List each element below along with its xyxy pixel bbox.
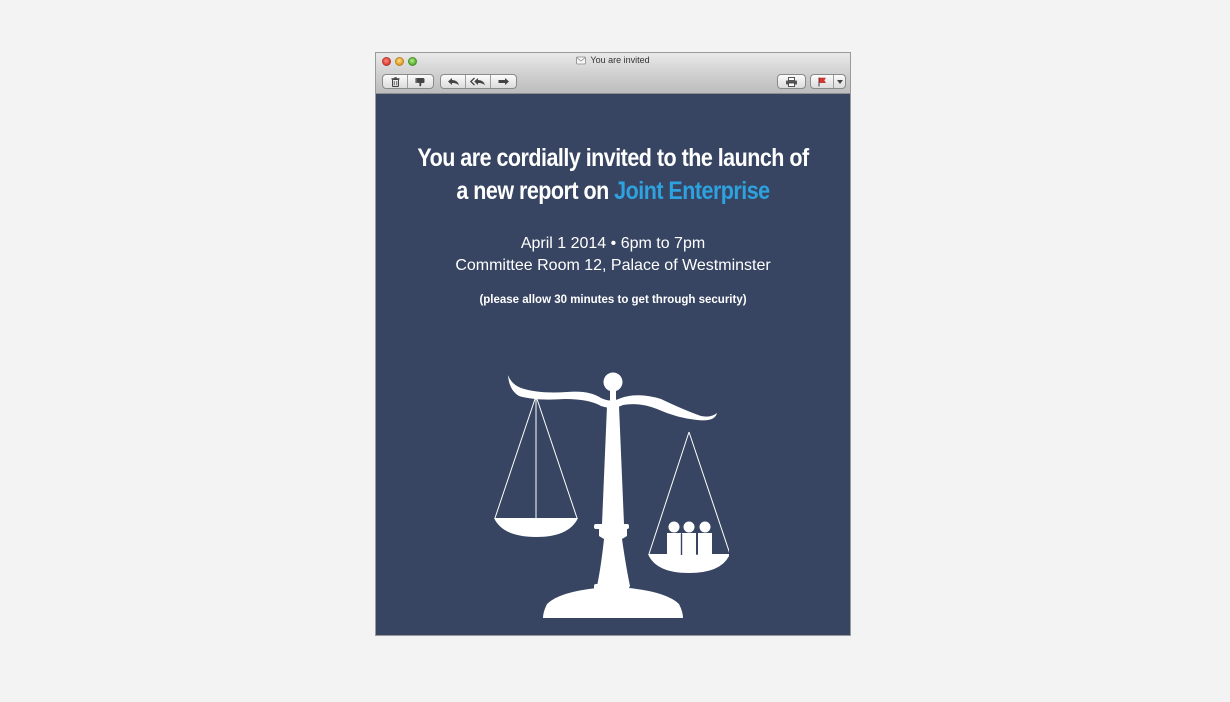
email-body: You are cordially invited to the launch … xyxy=(376,94,850,635)
reply-button[interactable] xyxy=(441,75,466,88)
delete-button[interactable] xyxy=(383,75,408,88)
flag-group xyxy=(810,74,846,89)
print-group xyxy=(777,74,806,89)
headline-line-2: a new report on Joint Enterprise xyxy=(409,175,817,208)
junk-icon xyxy=(415,77,425,86)
headline-line-2-prefix: a new report on xyxy=(456,177,615,205)
forward-button[interactable] xyxy=(491,75,516,88)
event-location: Committee Room 12, Palace of Westminster xyxy=(455,257,771,274)
window-title: You are invited xyxy=(590,55,650,65)
delete-junk-group xyxy=(382,74,434,89)
print-icon xyxy=(786,76,797,87)
junk-button[interactable] xyxy=(408,75,433,88)
print-button[interactable] xyxy=(778,75,805,88)
reply-all-button[interactable] xyxy=(466,75,491,88)
scale-knob xyxy=(603,372,623,392)
scale-left-pan xyxy=(494,518,578,537)
scale-pillar xyxy=(597,406,630,590)
event-date-time: April 1 2014 • 6pm to 7pm xyxy=(520,235,706,252)
forward-icon xyxy=(498,78,509,85)
report-topic: Joint Enterprise xyxy=(614,177,770,205)
trash-icon xyxy=(391,76,399,87)
security-note: (please allow 30 minutes to get through … xyxy=(479,294,747,306)
title-bar: You are invited xyxy=(376,53,850,94)
scales-of-justice-illustration xyxy=(494,372,729,618)
three-people-icon xyxy=(667,521,712,555)
chevron-down-icon xyxy=(836,79,843,84)
invitation-headline: You are cordially invited to the launch … xyxy=(409,142,817,208)
envelope-icon xyxy=(576,56,587,65)
flag-icon xyxy=(818,77,826,86)
reply-all-icon xyxy=(470,77,485,86)
headline-line-1: You are cordially invited to the launch … xyxy=(417,144,809,172)
event-details: April 1 2014 • 6pm to 7pm Committee Room… xyxy=(376,233,850,277)
reply-group xyxy=(440,74,517,89)
mail-window: You are invited You are cordially invite… xyxy=(375,52,851,636)
flag-button[interactable] xyxy=(811,75,834,88)
scale-right-pan xyxy=(648,554,729,573)
reply-icon xyxy=(447,78,459,86)
flag-menu-button[interactable] xyxy=(834,75,845,88)
window-title-area: You are invited xyxy=(376,54,850,66)
scale-base xyxy=(543,588,683,618)
